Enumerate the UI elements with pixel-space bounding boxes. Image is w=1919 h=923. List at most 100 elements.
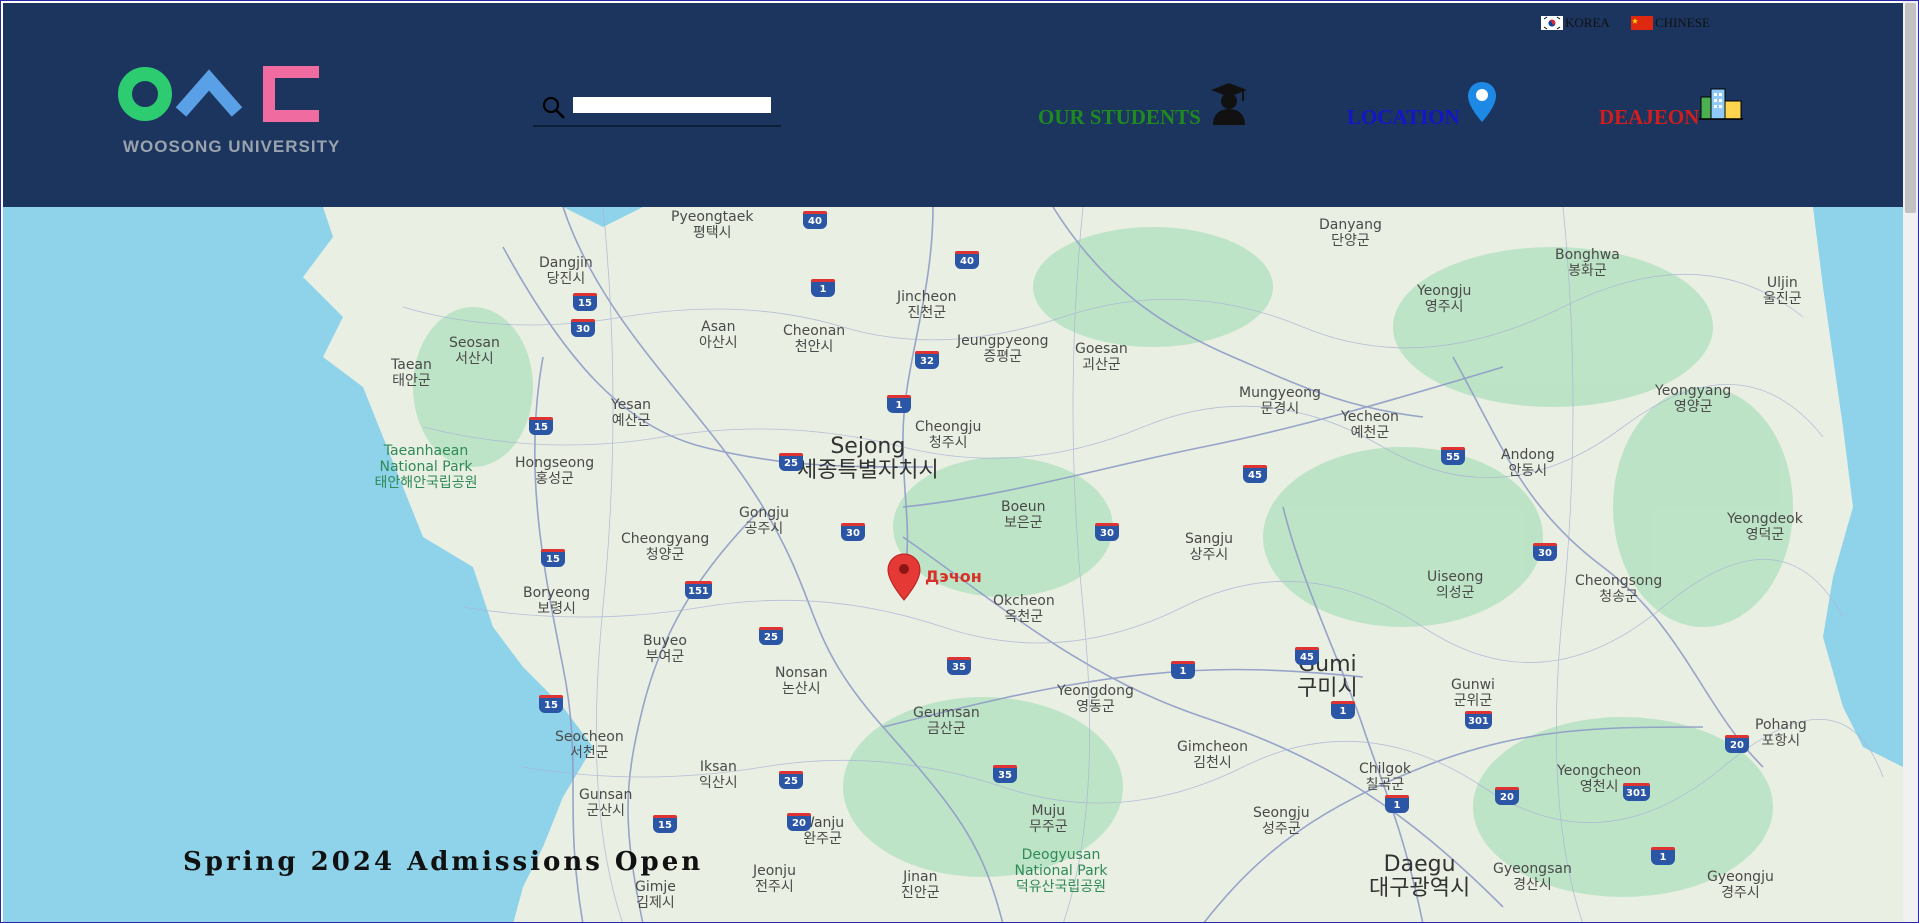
highway-shield: 30 — [571, 319, 595, 337]
search-icon[interactable] — [541, 95, 567, 121]
place-label: Uljin 울진군 — [1763, 275, 1802, 307]
highway-shield: 25 — [779, 453, 803, 471]
place-label: Cheongju 청주시 — [915, 419, 982, 451]
language-korea[interactable]: KOREA — [1541, 15, 1610, 31]
highway-shield: 55 — [1441, 447, 1465, 465]
place-label: Pyeongtaek 평택시 — [671, 209, 754, 241]
place-label: Yeongdong 영동군 — [1057, 683, 1134, 715]
highway-shield: 15 — [529, 417, 553, 435]
highway-shield: 45 — [1295, 647, 1319, 665]
page-frame: Pyeongtaek 평택시 Dangjin 당진시 Asan 아산시 Cheonan… — [0, 0, 1919, 923]
place-label: Boeun 보은군 — [1001, 499, 1046, 531]
place-label: Gunwi 군위군 — [1451, 677, 1495, 709]
place-label: Goesan 괴산군 — [1075, 341, 1128, 373]
place-label: Hongseong 홍성군 — [515, 455, 595, 487]
map-pin-icon — [1468, 82, 1496, 122]
place-label: Chilgok 칠곡군 — [1359, 761, 1411, 793]
logo-text: WOOSONG UNIVERSITY — [123, 137, 341, 156]
place-label: Gunsan 군산시 — [579, 787, 633, 819]
highway-shield: 151 — [685, 581, 712, 599]
place-label: Taean 태안군 — [391, 357, 432, 389]
place-label: Jinan 진안군 — [901, 869, 940, 901]
highway-shield: 1 — [1385, 795, 1409, 813]
highway-shield: 30 — [1533, 543, 1557, 561]
scrollbar[interactable] — [1903, 1, 1918, 922]
place-label: Iksan 익산시 — [699, 759, 738, 791]
place-label: Gongju 공주시 — [739, 505, 789, 537]
highway-shield: 15 — [539, 695, 563, 713]
nav-deajeon[interactable]: DEAJEON — [1599, 105, 1699, 130]
highway-shield: 30 — [1095, 523, 1119, 541]
highway-shield: 30 — [841, 523, 865, 541]
place-label: Bonghwa 봉화군 — [1555, 247, 1620, 279]
highway-shield: 40 — [955, 251, 979, 269]
place-label: Yeongdeok 영덕군 — [1727, 511, 1803, 543]
place-label: Gimcheon 김천시 — [1177, 739, 1248, 771]
region-map[interactable]: Pyeongtaek 평택시 Dangjin 당진시 Asan 아산시 Cheonan… — [3, 207, 1903, 922]
place-label: Buyeo 부여군 — [643, 633, 687, 665]
highway-shield: 301 — [1623, 783, 1650, 801]
place-label: Seongju 성주군 — [1253, 805, 1310, 837]
place-label: Yesan 예산군 — [611, 397, 652, 429]
highway-shield: 45 — [1243, 465, 1267, 483]
place-label: Jeonju 전주시 — [753, 863, 796, 895]
place-label: Seocheon 서천군 — [555, 729, 624, 761]
highway-shield: 25 — [759, 627, 783, 645]
place-label: Muju 무주군 — [1029, 803, 1068, 835]
nav-our-students[interactable]: OUR STUDENTS — [1038, 105, 1201, 130]
language-label: KOREA — [1565, 15, 1610, 30]
highway-shield: 1 — [887, 395, 911, 413]
place-label: Pohang 포항시 — [1755, 717, 1807, 749]
highway-shield: 20 — [787, 813, 811, 831]
highway-shield: 1 — [1331, 701, 1355, 719]
marker-label: Дэчон — [925, 567, 982, 586]
place-label: Yecheon 예천군 — [1341, 409, 1399, 441]
place-label: Yeongju 영주시 — [1417, 283, 1472, 315]
place-label: Asan 아산시 — [699, 319, 738, 351]
highway-shield: 15 — [573, 293, 597, 311]
place-label: Dangjin 당진시 — [539, 255, 593, 287]
place-label: Gimje 김제시 — [635, 879, 676, 911]
search-bar[interactable] — [533, 91, 781, 127]
place-label: Cheonan 천안시 — [783, 323, 846, 355]
place-label: Danyang 단양군 — [1319, 217, 1382, 249]
place-label: Okcheon 옥천군 — [993, 593, 1055, 625]
place-label: Boryeong 보령시 — [523, 585, 591, 617]
park-label: Taeanhaean National Park 태안해안국립공원 — [374, 443, 478, 491]
highway-shield: 15 — [653, 815, 677, 833]
site-header: KOREA CHINESE WOOSONG UNIVERSITY OUR STU… — [3, 3, 1903, 207]
place-label: Cheongsong 청송군 — [1575, 573, 1663, 605]
highway-shield: 35 — [947, 657, 971, 675]
scrollbar-thumb[interactable] — [1905, 3, 1916, 213]
nav-location[interactable]: LOCATION — [1347, 105, 1460, 130]
place-label: Gyeongju 경주시 — [1707, 869, 1774, 901]
place-label: Daegu 대구광역시 — [1369, 852, 1471, 901]
highway-shield: 20 — [1495, 787, 1519, 805]
search-input[interactable] — [573, 97, 771, 113]
highway-shield: 1 — [1651, 847, 1675, 865]
place-label: Uiseong 의성군 — [1427, 569, 1484, 601]
language-label: CHINESE — [1655, 15, 1710, 30]
language-chinese[interactable]: CHINESE — [1631, 15, 1710, 31]
highway-shield: 32 — [915, 351, 939, 369]
highway-shield: 20 — [1725, 735, 1749, 753]
place-label: Andong 안동시 — [1501, 447, 1555, 479]
place-label: Jeungpyeong 증평군 — [957, 333, 1049, 365]
china-flag-icon — [1631, 16, 1653, 30]
place-label: Seosan 서산시 — [449, 335, 500, 367]
highway-shield: 40 — [803, 211, 827, 229]
city-icon — [1699, 88, 1743, 120]
location-marker-icon[interactable] — [887, 553, 921, 601]
place-label: Nonsan 논산시 — [775, 665, 828, 697]
place-label: Geumsan 금산군 — [913, 705, 980, 737]
highway-shield: 1 — [1171, 661, 1195, 679]
place-label: Gyeongsan 경산시 — [1493, 861, 1572, 893]
highway-shield: 25 — [779, 771, 803, 789]
place-label: Jincheon 진천군 — [897, 289, 957, 321]
place-label: Yeongyang 영양군 — [1655, 383, 1732, 415]
admissions-banner: Spring 2024 Admissions Open — [183, 847, 704, 877]
highway-shield: 15 — [541, 549, 565, 567]
park-label: Deogyusan National Park 덕유산국립공원 — [1014, 847, 1108, 895]
highway-shield: 301 — [1465, 711, 1492, 729]
highway-shield: 35 — [993, 765, 1017, 783]
